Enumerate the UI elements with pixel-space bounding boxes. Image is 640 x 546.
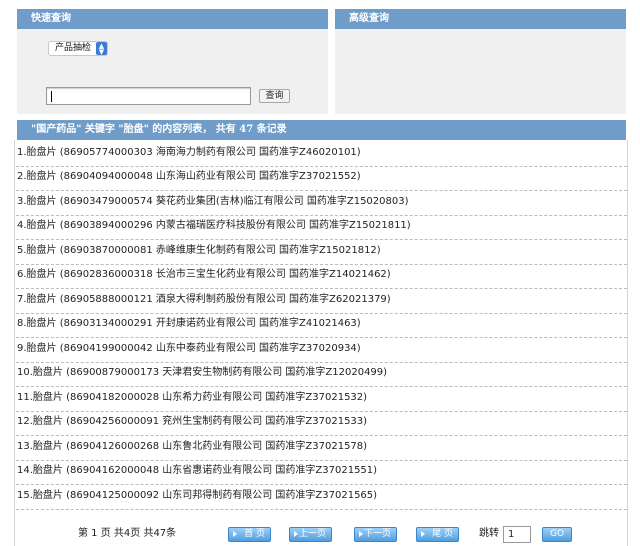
- result-row[interactable]: 13.胎盘片 (86904126000268 山东鲁北药业有限公司 国药准字Z3…: [16, 436, 627, 461]
- first-page-label: 首 页: [244, 529, 265, 539]
- result-row[interactable]: 10.胎盘片 (86900879000173 天津君安生物制药有限公司 国药准字…: [16, 362, 627, 387]
- last-page-button[interactable]: 尾 页: [416, 527, 459, 542]
- result-row[interactable]: 4.胎盘片 (86903894000296 内蒙古福瑞医疗科技股份有限公司 国药…: [16, 215, 627, 240]
- last-page-label: 尾 页: [432, 529, 453, 539]
- result-row[interactable]: 1.胎盘片 (86905774000303 海南海力制药有限公司 国药准字Z46…: [16, 142, 627, 167]
- advanced-search-panel: [335, 29, 626, 114]
- jump-page-input[interactable]: 1: [503, 526, 531, 543]
- text-caret: [51, 91, 52, 102]
- play-arrow-icon: [233, 531, 237, 537]
- advanced-search-header: 高级查询: [335, 9, 626, 29]
- result-row[interactable]: 2.胎盘片 (86904094000048 山东海山药业有限公司 国药准字Z37…: [16, 166, 627, 191]
- results-header: "国产药品" 关键字 "胎盘" 的内容列表， 共有 47 条记录: [17, 120, 626, 140]
- search-input[interactable]: [46, 87, 251, 105]
- first-page-button[interactable]: 首 页: [228, 527, 271, 542]
- prev-page-label: 上一页: [298, 529, 326, 539]
- play-arrow-icon: [294, 531, 298, 537]
- go-button[interactable]: GO: [542, 527, 572, 542]
- search-type-value: 产品抽检: [55, 43, 92, 53]
- result-row[interactable]: 15.胎盘片 (86904125000092 山东司邦得制药有限公司 国药准字Z…: [16, 485, 627, 510]
- result-row[interactable]: 3.胎盘片 (86903479000574 葵花药业集团(吉林)临江有限公司 国…: [16, 191, 627, 216]
- result-row[interactable]: 9.胎盘片 (86904199000042 山东中泰药业有限公司 国药准字Z37…: [16, 338, 627, 363]
- jump-label: 跳转: [479, 528, 499, 539]
- play-arrow-icon: [421, 531, 425, 537]
- next-page-label: 下一页: [363, 529, 391, 539]
- result-row[interactable]: 7.胎盘片 (86905888000121 酒泉大得利制药股份有限公司 国药准字…: [16, 289, 627, 314]
- result-row[interactable]: 14.胎盘片 (86904162000048 山东省惠诺药业有限公司 国药准字Z…: [16, 460, 627, 485]
- search-type-select[interactable]: 产品抽检 ▲ ▼: [48, 41, 108, 56]
- search-button[interactable]: 查询: [259, 89, 290, 103]
- result-row[interactable]: 11.胎盘片 (86904182000028 山东希力药业有限公司 国药准字Z3…: [16, 387, 627, 412]
- quick-search-header: 快速查询: [17, 9, 328, 29]
- prev-page-button[interactable]: 上一页: [289, 527, 332, 542]
- result-row[interactable]: 6.胎盘片 (86902836000318 长治市三宝生化药业有限公司 国药准字…: [16, 264, 627, 289]
- play-arrow-icon: [359, 531, 363, 537]
- next-page-button[interactable]: 下一页: [354, 527, 397, 542]
- pagination-info: 第 1 页 共4页 共47条: [78, 528, 177, 539]
- result-row[interactable]: 5.胎盘片 (86903870000081 赤峰维康生化制药有限公司 国药准字Z…: [16, 240, 627, 265]
- result-row[interactable]: 8.胎盘片 (86903134000291 开封康诺药业有限公司 国药准字Z41…: [16, 313, 627, 338]
- result-row[interactable]: 12.胎盘片 (86904256000091 兖州生宝制药有限公司 国药准字Z3…: [16, 411, 627, 436]
- select-arrows-icon: ▲ ▼: [96, 42, 107, 56]
